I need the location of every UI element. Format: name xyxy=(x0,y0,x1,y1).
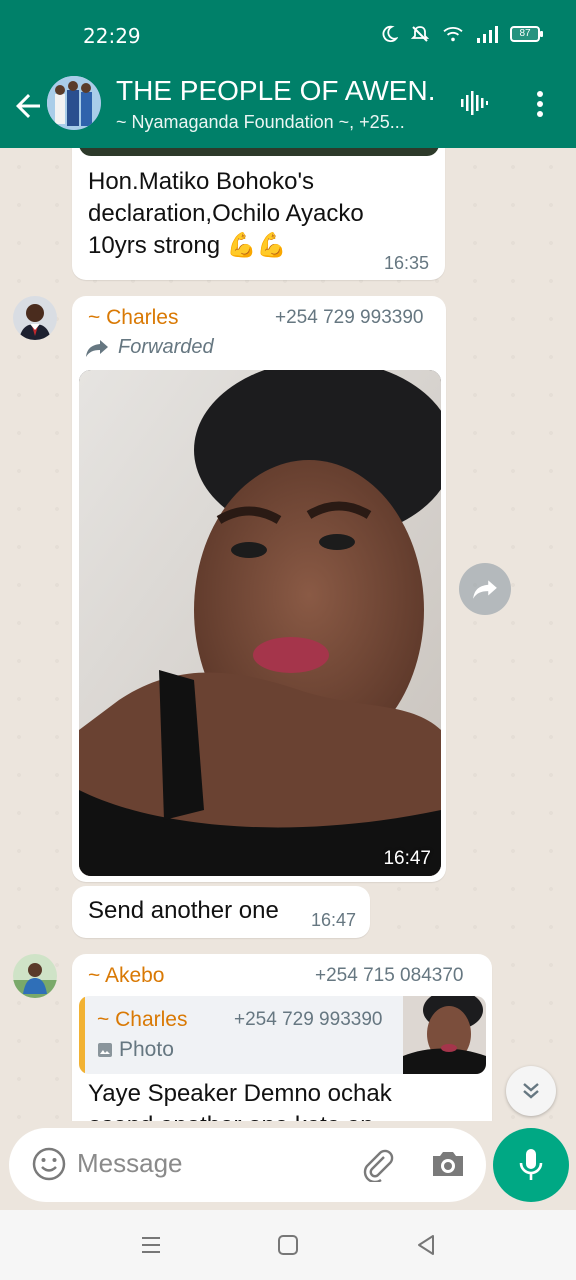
emoji-icon[interactable] xyxy=(31,1146,67,1182)
group-avatar[interactable] xyxy=(47,76,101,130)
message-line: Hon.Matiko Bohoko's xyxy=(88,168,315,195)
back-arrow-icon[interactable] xyxy=(10,88,46,124)
system-nav-bar xyxy=(0,1210,576,1280)
forwarded-text: Forwarded xyxy=(118,336,214,358)
signal-icon xyxy=(477,26,498,43)
quote-bar xyxy=(79,996,85,1074)
chat-header: THE PEOPLE OF AWEN... ~ Nyamaganda Found… xyxy=(0,70,576,148)
message-line: Yaye Speaker Demno ochak xyxy=(88,1080,392,1107)
group-photo xyxy=(47,76,101,130)
message-text: Yaye Speaker Demno ochak osend another o… xyxy=(88,1078,392,1121)
group-title[interactable]: THE PEOPLE OF AWEN... xyxy=(116,75,436,107)
message-line: declaration,Ochilo Ayacko xyxy=(88,200,364,227)
scroll-to-bottom-button[interactable] xyxy=(506,1066,556,1116)
status-bar: 22:29 87 xyxy=(0,0,576,70)
recents-icon[interactable] xyxy=(136,1230,166,1260)
avatar-charles[interactable] xyxy=(13,296,57,340)
image-thumbnail-partial[interactable] xyxy=(79,148,439,156)
message-line: osend another one kata an xyxy=(88,1110,392,1121)
quote-sender: ~ Charles xyxy=(97,1008,188,1031)
back-nav-icon[interactable] xyxy=(411,1230,441,1260)
message-bubble[interactable]: ~ Charles +254 729 993390 Forwarded 16:4… xyxy=(72,296,446,882)
quote-thumbnail xyxy=(403,996,486,1074)
message-bubble[interactable]: ~ Akebo +254 715 084370 ~ Charles +254 7… xyxy=(72,954,492,1121)
sender-phone[interactable]: +254 715 084370 xyxy=(315,965,463,987)
home-icon[interactable] xyxy=(273,1230,303,1260)
quoted-message[interactable]: ~ Charles +254 729 993390 Photo xyxy=(79,996,486,1074)
message-text: Hon.Matiko Bohoko's declaration,Ochilo A… xyxy=(88,166,364,262)
forward-button[interactable] xyxy=(459,563,511,615)
message-bubble[interactable]: Send another one 16:47 xyxy=(72,886,370,938)
quote-phone: +254 729 993390 xyxy=(234,1009,383,1030)
camera-icon[interactable] xyxy=(429,1146,467,1182)
message-input[interactable]: Message xyxy=(77,1148,183,1179)
mute-icon xyxy=(410,26,430,42)
avatar-akebo[interactable] xyxy=(13,954,57,998)
photo-icon xyxy=(98,1043,112,1057)
sender-name[interactable]: ~ Akebo xyxy=(88,964,164,988)
voice-call-icon[interactable] xyxy=(459,88,489,118)
quote-type-label: Photo xyxy=(119,1038,174,1061)
message-bubble[interactable]: Hon.Matiko Bohoko's declaration,Ochilo A… xyxy=(72,148,445,280)
sender-phone[interactable]: +254 729 993390 xyxy=(275,307,423,329)
wifi-icon xyxy=(443,27,463,42)
attach-icon[interactable] xyxy=(359,1146,395,1182)
forward-arrow-icon xyxy=(473,580,497,599)
moon-icon xyxy=(382,25,398,43)
photo-content xyxy=(79,370,441,876)
battery-indicator: 87 xyxy=(510,26,543,42)
quote-type: Photo xyxy=(97,1038,174,1062)
message-time: 16:35 xyxy=(384,253,430,273)
mic-button[interactable] xyxy=(493,1128,569,1202)
forward-arrow-icon xyxy=(86,339,108,357)
message-time: 16:47 xyxy=(383,848,431,869)
forwarded-label: Forwarded xyxy=(84,336,214,359)
mic-icon xyxy=(519,1149,543,1180)
status-icons: 87 xyxy=(380,24,543,44)
chat-area[interactable]: Hon.Matiko Bohoko's declaration,Ochilo A… xyxy=(0,148,576,1121)
message-text: Send another one xyxy=(88,897,279,924)
message-composer[interactable]: Message xyxy=(9,1128,486,1202)
message-line: 10yrs strong 💪💪 xyxy=(88,232,287,259)
message-time: 16:47 xyxy=(311,910,357,930)
status-time: 22:29 xyxy=(83,24,141,48)
scroll-down-icon xyxy=(523,1083,539,1099)
more-vert-icon[interactable] xyxy=(527,88,553,120)
group-subtitle[interactable]: ~ Nyamaganda Foundation ~, +25... xyxy=(116,112,436,133)
sender-name[interactable]: ~ Charles xyxy=(88,306,178,330)
photo-image[interactable]: 16:47 xyxy=(79,370,441,876)
